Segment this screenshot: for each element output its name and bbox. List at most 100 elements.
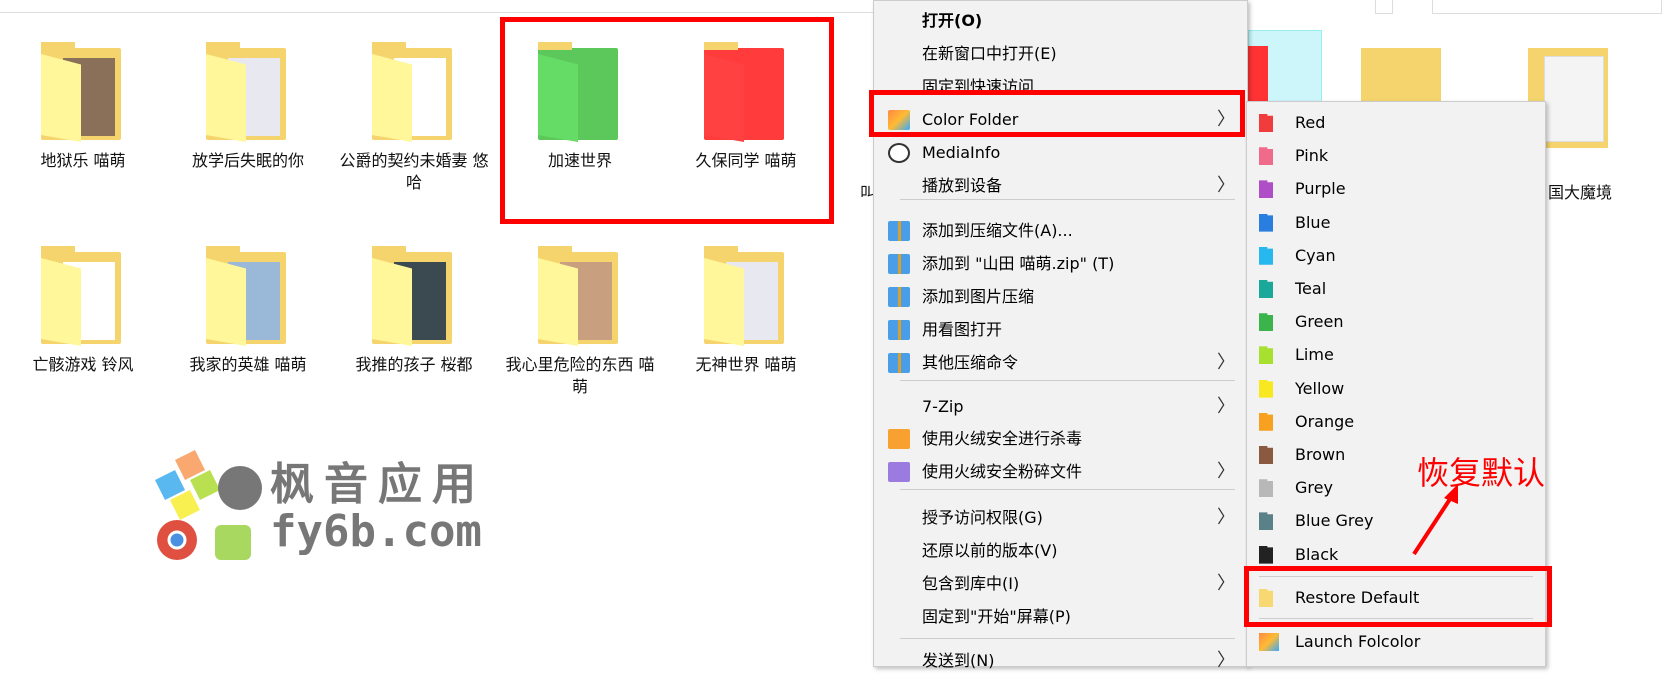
- color-option-label: Green: [1295, 312, 1344, 332]
- folder-label: 无神世界 喵萌: [695, 355, 797, 374]
- menu-separator: [900, 638, 1235, 639]
- folder-label: 我家的英雄 喵萌: [189, 355, 307, 374]
- menu-item-label: 固定到"开始"屏幕(P): [922, 607, 1071, 626]
- color-option-label: Yellow: [1295, 378, 1345, 398]
- menu-item[interactable]: 添加到压缩文件(A)...: [874, 214, 1247, 247]
- folder-item[interactable]: 放学后失眠的你: [173, 42, 323, 172]
- folder-item[interactable]: 我家的英雄 喵萌: [173, 246, 323, 376]
- menu-item[interactable]: 发送到(N) 〉: [874, 644, 1247, 677]
- color-option-label: Lime: [1295, 345, 1334, 365]
- menu-item[interactable]: 包含到库中(I) 〉: [874, 567, 1247, 600]
- menu-item-label: 其他压缩命令: [922, 353, 1019, 372]
- folder-icon[interactable]: [1361, 48, 1441, 101]
- menu-item[interactable]: 7-Zip 〉: [874, 390, 1247, 423]
- folder-label: 亡骸游戏 铃风: [32, 355, 134, 374]
- launch-folcolor-option[interactable]: Launch Folcolor: [1247, 625, 1545, 658]
- folder-swatch-icon: [1259, 147, 1273, 166]
- folder-label: 地狱乐 喵萌: [40, 151, 126, 170]
- color-option-pink[interactable]: Pink: [1247, 139, 1545, 172]
- color-option-blue[interactable]: Blue: [1247, 206, 1545, 239]
- annotation-arrow-icon: [1412, 484, 1458, 556]
- folder-item[interactable]: 我推的孩子 桜都: [339, 246, 489, 376]
- folder-swatch-icon: [1259, 379, 1273, 398]
- folder-icon: [704, 246, 788, 348]
- chevron-right-icon: 〉: [1217, 461, 1235, 482]
- menu-item-label: 发送到(N): [922, 651, 995, 670]
- menu-item[interactable]: 使用火绒安全进行杀毒: [874, 422, 1247, 455]
- menu-item[interactable]: 用看图打开: [874, 313, 1247, 346]
- menu-separator: [900, 199, 1235, 200]
- highlight-box-restore-default: [1244, 566, 1552, 627]
- folder-icon: [41, 42, 125, 144]
- menu-item-label: 打开(O): [922, 11, 983, 30]
- menu-item[interactable]: 固定到"开始"屏幕(P): [874, 600, 1247, 633]
- color-option-red[interactable]: Red: [1247, 106, 1545, 139]
- shredder-icon: [888, 462, 910, 482]
- menu-item-label: 添加到 "山田 喵萌.zip" (T): [922, 254, 1115, 273]
- color-option-yellow[interactable]: Yellow: [1247, 372, 1545, 405]
- chevron-right-icon: 〉: [1217, 175, 1235, 196]
- folder-item[interactable]: 公爵的契约未婚妻 悠哈: [339, 42, 489, 194]
- folder-item[interactable]: 亡骸游戏 铃风: [8, 246, 158, 376]
- folder-item[interactable]: 地狱乐 喵萌: [8, 42, 158, 172]
- folder-label: 公爵的契约未婚妻 悠哈: [339, 151, 489, 192]
- color-option-cyan[interactable]: Cyan: [1247, 239, 1545, 272]
- mediainfo-icon: [888, 143, 910, 163]
- menu-item-label: MediaInfo: [922, 143, 1001, 162]
- archive-icon: [888, 320, 910, 340]
- color-option-label: Grey: [1295, 478, 1333, 498]
- folder-icon: [538, 246, 622, 348]
- menu-item-label: 包含到库中(I): [922, 574, 1020, 593]
- menu-item[interactable]: 使用火绒安全粉碎文件 〉: [874, 455, 1247, 488]
- archive-icon: [888, 254, 910, 274]
- color-option-label: Cyan: [1295, 245, 1336, 265]
- menu-item[interactable]: 播放到设备 〉: [874, 169, 1247, 202]
- color-option-label: Black: [1295, 544, 1339, 564]
- menu-item-label: 播放到设备: [922, 176, 1003, 195]
- menu-item[interactable]: 打开(O): [874, 4, 1247, 37]
- color-option-teal[interactable]: Teal: [1247, 272, 1545, 305]
- menu-item[interactable]: 添加到图片压缩: [874, 280, 1247, 313]
- chevron-right-icon: 〉: [1217, 573, 1235, 594]
- menu-item-label: 7-Zip: [922, 397, 964, 416]
- folder-swatch-icon: [1259, 114, 1273, 132]
- folder-label: 国大魔境: [1548, 183, 1613, 202]
- color-option-label: Orange: [1295, 411, 1355, 431]
- folder-swatch-icon: [1259, 280, 1273, 298]
- color-option-label: Red: [1295, 113, 1326, 132]
- folder-swatch-icon: [1259, 180, 1273, 199]
- color-option-blue-grey[interactable]: Blue Grey: [1247, 504, 1545, 537]
- header-divider: [0, 12, 873, 13]
- folder-item[interactable]: 我心里危险的东西 喵萌: [505, 246, 655, 398]
- menu-item-label: 在新窗口中打开(E): [922, 44, 1057, 63]
- color-option-lime[interactable]: Lime: [1247, 338, 1545, 371]
- folder-icon: [41, 246, 125, 348]
- folcolor-app-icon: [1259, 633, 1279, 651]
- search-box[interactable]: [1432, 0, 1662, 14]
- color-option-label: Blue Grey: [1295, 511, 1374, 531]
- color-option-orange[interactable]: Orange: [1247, 405, 1545, 438]
- chevron-right-icon: 〉: [1217, 507, 1235, 528]
- menu-item[interactable]: 还原以前的版本(V): [874, 534, 1247, 567]
- folder-swatch-icon: [1259, 479, 1273, 498]
- folder-label: 我心里危险的东西 喵萌: [505, 355, 655, 396]
- menu-item-label: 添加到压缩文件(A)...: [922, 221, 1073, 240]
- color-option-label: Purple: [1295, 179, 1346, 199]
- chevron-right-icon: 〉: [1217, 650, 1235, 671]
- color-option-green[interactable]: Green: [1247, 305, 1545, 338]
- chevron-right-icon: 〉: [1217, 396, 1235, 417]
- menu-item[interactable]: 授予访问权限(G) 〉: [874, 501, 1247, 534]
- highlight-box-colored-folders: [500, 17, 834, 224]
- menu-item[interactable]: 在新窗口中打开(E): [874, 37, 1247, 70]
- menu-item-label: 授予访问权限(G): [922, 508, 1043, 527]
- folder-icon: [206, 42, 290, 144]
- folder-item[interactable]: 无神世界 喵萌: [671, 246, 821, 376]
- watermark-logo-icons: [155, 450, 262, 560]
- menu-item[interactable]: 添加到 "山田 喵萌.zip" (T): [874, 247, 1247, 280]
- color-option-purple[interactable]: Purple: [1247, 172, 1545, 205]
- menu-item[interactable]: 其他压缩命令 〉: [874, 346, 1247, 379]
- menu-item[interactable]: MediaInfo: [874, 136, 1247, 169]
- folder-swatch-icon: [1259, 213, 1273, 232]
- folder-icon: [372, 42, 456, 144]
- folder-label: 放学后失眠的你: [191, 151, 304, 170]
